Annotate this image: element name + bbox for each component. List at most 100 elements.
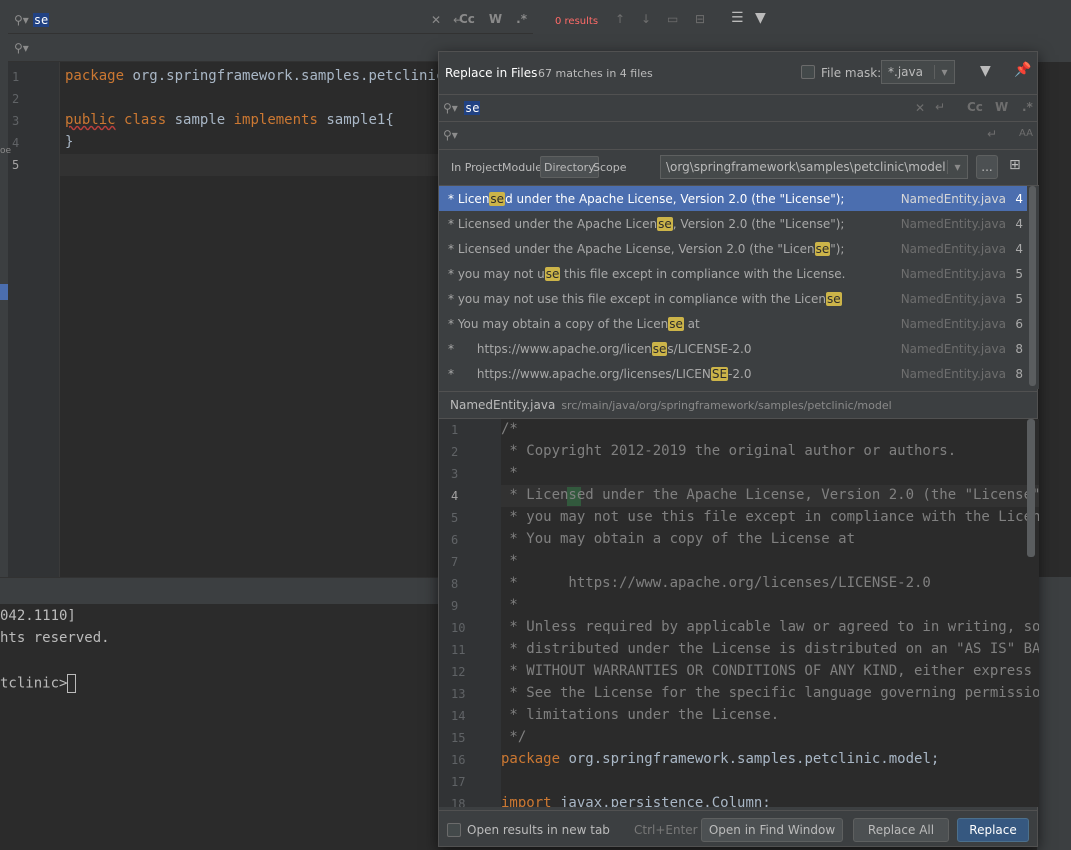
file-mask-checkbox[interactable] xyxy=(801,65,815,79)
filter-icon[interactable]: ▼ xyxy=(980,63,991,79)
terminal-line: hts reserved. xyxy=(0,630,110,646)
preview-line-number: 17 xyxy=(451,775,466,789)
preview-line-number: 7 xyxy=(451,555,459,569)
recursive-icon[interactable]: ⊞ xyxy=(1009,157,1021,173)
popup-footer: Open results in new tab Ctrl+Enter Open … xyxy=(439,810,1037,848)
clear-search-icon[interactable]: ✕ xyxy=(431,13,441,27)
search-icon[interactable]: ⚲▾ xyxy=(443,101,458,115)
preview-code-line: /* xyxy=(501,421,518,437)
popup-replace-row[interactable]: ⚲▾ ↵ AA xyxy=(439,122,1037,150)
popup-search-row[interactable]: ⚲▾ se ✕ ↵ Cc W .* xyxy=(439,94,1037,122)
result-row[interactable]: * you may not use this file except in co… xyxy=(439,286,1027,311)
terminal-header xyxy=(0,577,440,604)
new-line-icon[interactable]: ↵ xyxy=(987,127,997,141)
match-highlight: se xyxy=(814,241,831,256)
regex-icon[interactable]: .* xyxy=(516,12,527,26)
tab-scope[interactable]: Scope xyxy=(590,156,630,178)
result-file-name: NamedEntity.java xyxy=(900,366,1006,381)
editor-gutter: 1 2 3 4 5 xyxy=(8,62,60,577)
match-highlight: se xyxy=(668,316,684,331)
match-highlight: se xyxy=(489,191,506,206)
preview-line-number: 12 xyxy=(451,665,466,679)
result-file-name: NamedEntity.java xyxy=(900,341,1006,356)
preview-line-number: 11 xyxy=(451,643,466,657)
result-row[interactable]: * Licensed under the Apache License, Ver… xyxy=(439,236,1027,261)
result-line-number: 4 xyxy=(1015,191,1023,206)
result-row[interactable]: * you may not use this file except in co… xyxy=(439,261,1027,286)
new-line-icon[interactable]: ↵ xyxy=(935,100,945,114)
terminal-prompt[interactable]: tclinic> xyxy=(0,674,77,693)
chevron-down-icon[interactable]: ▾ xyxy=(947,160,967,174)
replace-search-icon[interactable]: ⚲▾ xyxy=(14,41,29,55)
result-row[interactable]: * Licensed under the Apache License, Ver… xyxy=(439,186,1027,211)
search-icon[interactable]: ⚲▾ xyxy=(14,13,29,27)
open-new-tab-label: Open results in new tab xyxy=(467,823,610,837)
terminal-line: 042.1110] xyxy=(0,608,76,624)
preview-editor[interactable]: 1 /* 2 * Copyright 2012-2019 the original … xyxy=(439,419,1039,807)
editor-search-input[interactable]: se xyxy=(32,12,50,27)
file-mask-select[interactable]: *.java ▾ xyxy=(881,60,955,84)
results-scrollbar[interactable] xyxy=(1029,186,1036,386)
line-number: 5 xyxy=(12,158,20,172)
popup-search-input[interactable]: se xyxy=(464,101,481,115)
replace-button[interactable]: Replace xyxy=(957,818,1029,842)
replace-all-button[interactable]: Replace All xyxy=(853,818,949,842)
whole-word-icon[interactable]: W xyxy=(995,100,1008,114)
pin-icon[interactable]: 📌 xyxy=(1014,62,1031,78)
tab-module[interactable]: Module xyxy=(499,156,545,178)
replace-icon[interactable]: ⚲▾ xyxy=(443,128,458,142)
next-occurrence-icon[interactable]: ↓ xyxy=(641,12,651,26)
result-line-number: 8 xyxy=(1015,341,1023,356)
result-row[interactable]: * Licensed under the Apache License, Ver… xyxy=(439,211,1027,236)
terminal-cursor xyxy=(67,674,77,693)
browse-button[interactable]: ... xyxy=(976,155,998,179)
prev-occurrence-icon[interactable]: ↑ xyxy=(615,12,625,26)
open-in-find-window-button[interactable]: Open in Find Window xyxy=(701,818,843,842)
preview-line-number: 1 xyxy=(451,423,459,437)
match-case-icon[interactable]: Cc xyxy=(967,100,983,114)
result-text: * Licensed under the Apache License, Ver… xyxy=(448,191,845,206)
result-file-name: NamedEntity.java xyxy=(900,316,1006,331)
results-list[interactable]: * Licensed under the Apache License, Ver… xyxy=(439,185,1039,389)
match-case-icon[interactable]: Cc xyxy=(459,12,475,26)
preview-scrollbar[interactable] xyxy=(1027,419,1035,557)
result-text: * you may not use this file except in co… xyxy=(448,266,846,281)
preserve-case-icon[interactable]: AA xyxy=(1019,128,1033,139)
filter-icon[interactable]: ▼ xyxy=(755,10,766,26)
whole-word-icon[interactable]: W xyxy=(489,12,502,26)
result-row[interactable]: * You may obtain a copy of the License a… xyxy=(439,311,1027,336)
code-lines[interactable]: package org.springframework.samples.petc… xyxy=(60,62,461,577)
select-all-icon[interactable]: ▭ xyxy=(667,12,678,26)
preview-code-line: * https://www.apache.org/licenses/LICENS… xyxy=(501,575,931,591)
popup-header[interactable]: Replace in Files 67 matches in 4 files F… xyxy=(439,52,1037,94)
preview-header: NamedEntity.java src/main/java/org/sprin… xyxy=(439,391,1037,419)
file-mask-value: *.java xyxy=(888,65,923,79)
result-text: * You may obtain a copy of the License a… xyxy=(448,316,700,331)
match-highlight: SE xyxy=(710,366,729,381)
preview-line-number: 5 xyxy=(451,511,459,525)
directory-select[interactable]: \org\springframework\samples\petclinic\m… xyxy=(660,155,968,179)
preview-file-name: NamedEntity.java xyxy=(450,398,556,412)
result-row[interactable]: * https://www.apache.org/licenses/LICENS… xyxy=(439,336,1027,361)
terminal-panel[interactable]: 042.1110] hts reserved. tclinic> xyxy=(0,604,440,850)
open-new-tab-checkbox[interactable] xyxy=(447,823,461,837)
result-text: * https://www.apache.org/licenses/LICENS… xyxy=(448,366,752,381)
tab-in-project[interactable]: In Project xyxy=(448,156,505,178)
filter-lines-icon[interactable]: ☰ xyxy=(731,10,744,26)
result-line-number: 8 xyxy=(1015,366,1023,381)
regex-icon[interactable]: .* xyxy=(1022,100,1033,114)
line-number: 3 xyxy=(12,114,20,128)
preview-code-line: * You may obtain a copy of the License a… xyxy=(501,531,856,547)
chevron-down-icon[interactable]: ▾ xyxy=(934,65,954,79)
match-highlight: se xyxy=(544,266,561,281)
directory-path: \org\springframework\samples\petclinic\m… xyxy=(666,160,946,174)
result-row[interactable]: * https://www.apache.org/licenses/LICENS… xyxy=(439,361,1027,386)
select-occurrences-icon[interactable]: ⊟ xyxy=(695,12,705,26)
result-file-name: NamedEntity.java xyxy=(900,291,1006,306)
preview-code-line: * xyxy=(501,597,518,613)
preview-code-line: * Licensed under the Apache License, Ver… xyxy=(501,487,1039,503)
clear-search-icon[interactable]: ✕ xyxy=(915,101,925,115)
replace-in-files-popup[interactable]: Replace in Files 67 matches in 4 files F… xyxy=(438,51,1039,848)
editor-search-row[interactable]: ⚲▾ se ✕ ↵ Cc W .* xyxy=(8,6,533,34)
preview-code-line: package org.springframework.samples.petc… xyxy=(501,751,940,767)
